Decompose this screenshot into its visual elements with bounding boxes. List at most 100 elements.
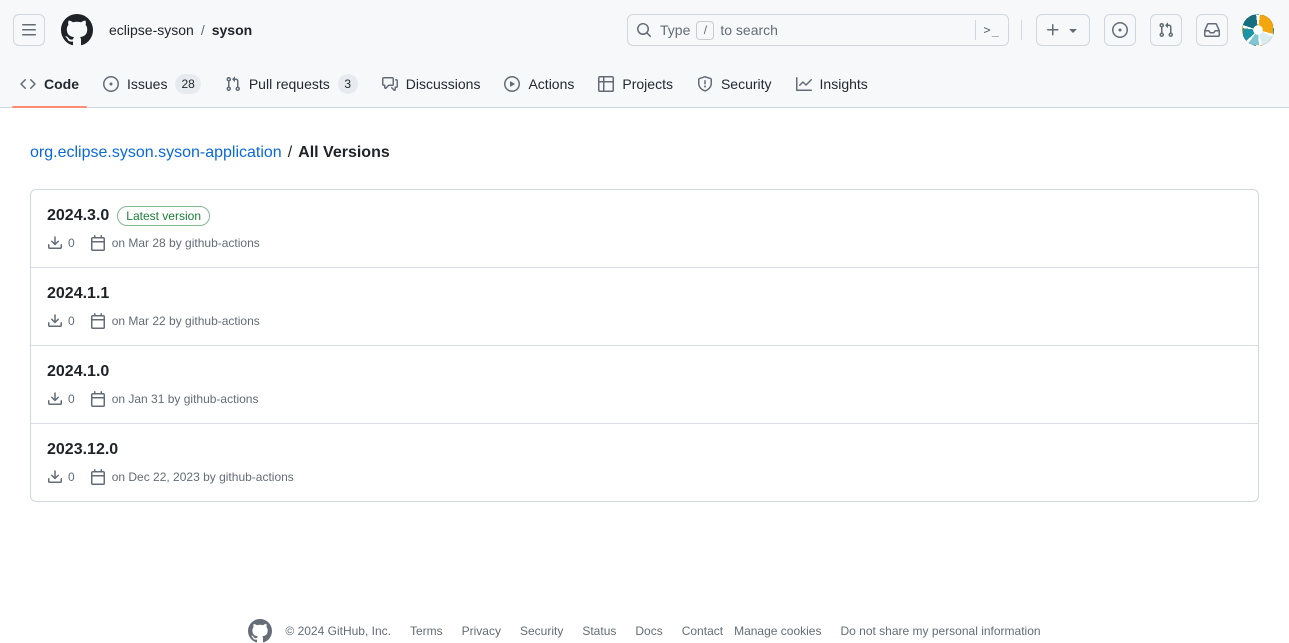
inbox-notifications-button[interactable] <box>1196 14 1228 46</box>
breadcrumb-separator: / <box>288 144 292 162</box>
breadcrumb-separator: / <box>201 22 205 38</box>
tab-label: Discussions <box>406 76 481 92</box>
tab-label: Code <box>44 76 79 92</box>
github-mark-footer[interactable] <box>248 619 272 643</box>
issues-count-badge: 28 <box>175 74 200 94</box>
version-meta: 0 on Mar 28 by github-actions <box>47 235 1242 251</box>
actions-icon <box>504 76 520 92</box>
tab-label: Pull requests <box>249 76 330 92</box>
footer-link-privacy[interactable]: Privacy <box>462 624 501 638</box>
site-footer: © 2024 GitHub, Inc. Terms Privacy Securi… <box>0 619 1289 643</box>
tab-label: Actions <box>528 76 574 92</box>
tab-discussions[interactable]: Discussions <box>374 60 489 107</box>
publish-info: on Mar 28 by github-actions <box>112 235 260 251</box>
tab-issues[interactable]: Issues 28 <box>95 60 209 107</box>
search-icon <box>636 22 652 38</box>
user-avatar[interactable] <box>1242 14 1274 46</box>
repo-name-link[interactable]: syson <box>212 22 252 38</box>
tab-actions[interactable]: Actions <box>496 60 582 107</box>
security-icon <box>697 76 713 92</box>
calendar-icon <box>90 469 106 485</box>
insights-icon <box>796 76 812 92</box>
calendar-icon <box>90 235 106 251</box>
versions-list: 2024.3.0 Latest version 0 on Mar 28 by g… <box>30 189 1259 502</box>
plus-icon <box>1045 22 1061 38</box>
code-icon <box>20 76 36 92</box>
search-divider <box>975 20 976 40</box>
publish-info: on Mar 22 by github-actions <box>112 313 260 329</box>
github-logo[interactable] <box>61 14 93 46</box>
search-placeholder: Type / to search <box>660 21 967 40</box>
page-title: All Versions <box>298 144 390 162</box>
tab-insights[interactable]: Insights <box>788 60 876 107</box>
command-palette-icon[interactable]: >_ <box>984 23 1000 37</box>
version-meta: 0 on Jan 31 by github-actions <box>47 391 1242 407</box>
tab-label: Issues <box>127 76 167 92</box>
publish-info: on Dec 22, 2023 by github-actions <box>112 469 294 485</box>
repo-nav: Code Issues 28 Pull requests 3 Discussio… <box>0 60 1289 108</box>
hamburger-menu-button[interactable] <box>13 14 45 46</box>
version-row: 2024.1.1 0 on Mar 22 by github-actions <box>31 267 1258 345</box>
global-header: eclipse-syson / syson Type / to search >… <box>0 0 1289 60</box>
tab-pull-requests[interactable]: Pull requests 3 <box>217 60 366 107</box>
footer-link-docs[interactable]: Docs <box>635 624 662 638</box>
inbox-icon <box>1204 22 1220 38</box>
repo-owner-link[interactable]: eclipse-syson <box>109 22 194 38</box>
projects-icon <box>598 76 614 92</box>
create-new-button[interactable] <box>1036 14 1090 46</box>
tab-label: Insights <box>820 76 868 92</box>
tab-security[interactable]: Security <box>689 60 780 107</box>
slash-key-hint: / <box>696 21 714 40</box>
version-meta: 0 on Mar 22 by github-actions <box>47 313 1242 329</box>
version-link[interactable]: 2024.1.1 <box>47 284 109 304</box>
global-search-input[interactable]: Type / to search >_ <box>627 14 1009 46</box>
header-divider <box>1021 20 1022 40</box>
issues-dashboard-button[interactable] <box>1104 14 1136 46</box>
tab-code[interactable]: Code <box>12 60 87 107</box>
calendar-icon <box>90 313 106 329</box>
pull-requests-count-badge: 3 <box>338 74 358 94</box>
pull-requests-dashboard-button[interactable] <box>1150 14 1182 46</box>
issue-opened-icon <box>103 76 119 92</box>
publish-info: on Jan 31 by github-actions <box>112 391 259 407</box>
version-row: 2024.3.0 Latest version 0 on Mar 28 by g… <box>31 190 1258 267</box>
download-icon <box>47 469 63 485</box>
caret-down-icon <box>1065 22 1081 38</box>
version-meta: 0 on Dec 22, 2023 by github-actions <box>47 469 1242 485</box>
download-count: 0 <box>68 235 75 251</box>
footer-link-status[interactable]: Status <box>582 624 616 638</box>
version-link[interactable]: 2024.1.0 <box>47 362 109 382</box>
tab-label: Projects <box>622 76 673 92</box>
tab-projects[interactable]: Projects <box>590 60 681 107</box>
download-count: 0 <box>68 313 75 329</box>
package-name-link[interactable]: org.eclipse.syson.syson-application <box>30 144 282 162</box>
version-row: 2024.1.0 0 on Jan 31 by github-actions <box>31 345 1258 423</box>
version-link[interactable]: 2023.12.0 <box>47 440 118 460</box>
tab-label: Security <box>721 76 772 92</box>
discussions-icon <box>382 76 398 92</box>
download-icon <box>47 391 63 407</box>
calendar-icon <box>90 391 106 407</box>
footer-link-do-not-share[interactable]: Do not share my personal information <box>840 624 1040 638</box>
header-actions: Type / to search >_ <box>627 14 1274 46</box>
download-count: 0 <box>68 469 75 485</box>
footer-link-security[interactable]: Security <box>520 624 563 638</box>
hamburger-icon <box>21 22 37 38</box>
download-icon <box>47 313 63 329</box>
header-repo-breadcrumb: eclipse-syson / syson <box>109 22 252 38</box>
package-breadcrumb: org.eclipse.syson.syson-application / Al… <box>30 144 1259 162</box>
download-count: 0 <box>68 391 75 407</box>
package-versions-page: org.eclipse.syson.syson-application / Al… <box>0 144 1289 502</box>
search-placeholder-suffix: to search <box>720 22 778 38</box>
download-icon <box>47 235 63 251</box>
version-row: 2023.12.0 0 on Dec 22, 2023 by github-ac… <box>31 423 1258 501</box>
latest-version-badge: Latest version <box>117 206 210 226</box>
copyright-text: © 2024 GitHub, Inc. <box>285 624 391 638</box>
pull-request-icon <box>1158 22 1174 38</box>
footer-link-contact[interactable]: Contact <box>682 624 723 638</box>
footer-link-manage-cookies[interactable]: Manage cookies <box>734 624 821 638</box>
pull-request-icon <box>225 76 241 92</box>
version-link[interactable]: 2024.3.0 <box>47 206 109 226</box>
footer-link-terms[interactable]: Terms <box>410 624 443 638</box>
issue-opened-icon <box>1112 22 1128 38</box>
